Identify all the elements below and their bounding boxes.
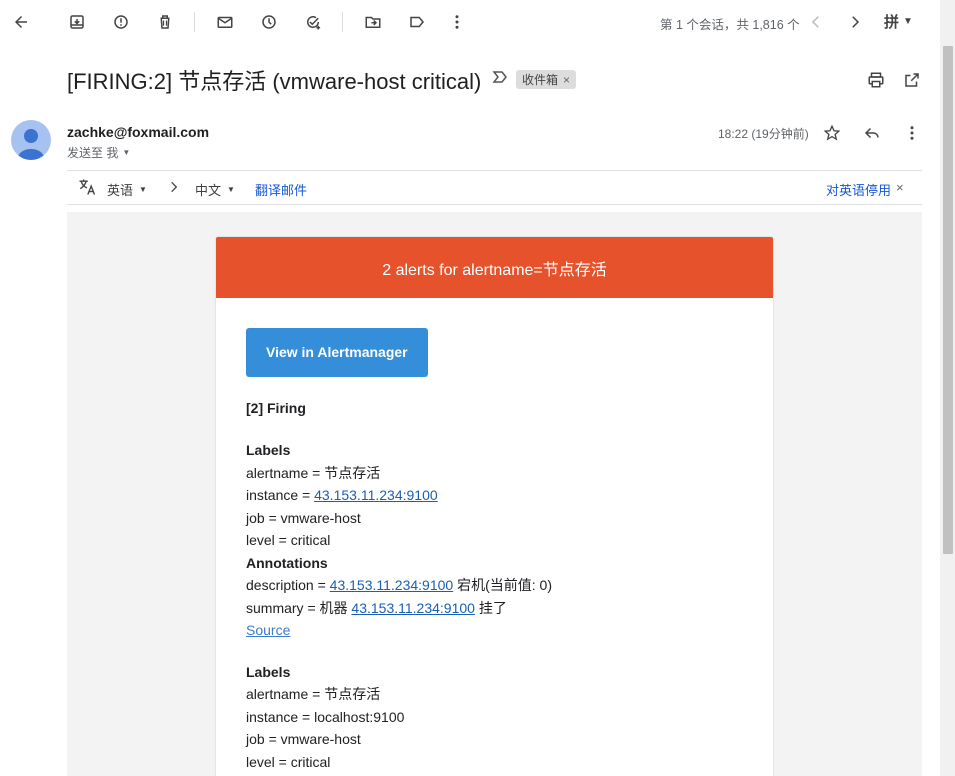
annotation-summary: summary = 机器 43.153.11.234:9100 挂了	[246, 597, 743, 620]
label-alertname: alertname = 节点存活	[246, 464, 381, 481]
summary-link[interactable]: 43.153.11.234:9100	[351, 600, 475, 616]
label-icon[interactable]	[407, 12, 427, 32]
translate-message-link[interactable]: 翻译邮件	[255, 180, 307, 199]
more-vert-icon[interactable]	[902, 123, 922, 143]
annotation-description: description = 43.153.11.234:9100 宕机(当前值:…	[246, 574, 743, 597]
toolbar-divider	[342, 12, 343, 32]
ime-label: 拼	[884, 14, 900, 31]
target-language-label: 中文	[195, 183, 222, 198]
label-job: job = vmware-host	[246, 509, 361, 526]
source-link[interactable]: Source	[246, 622, 290, 638]
sender-email[interactable]: zachke@foxmail.com	[67, 124, 209, 140]
back-arrow-icon[interactable]	[11, 12, 31, 32]
input-method-button[interactable]: 拼 ▼	[884, 11, 913, 32]
translate-bar: 英语 ▼ 中文 ▼ 翻译邮件 对英语停用 ×	[67, 170, 922, 205]
label-instance: instance = localhost:9100	[246, 708, 405, 725]
add-task-icon[interactable]	[303, 12, 323, 32]
labels-heading: Labels	[246, 663, 291, 680]
close-translate-icon[interactable]: ×	[896, 180, 904, 195]
chevron-down-icon: ▼	[227, 185, 235, 194]
chevron-down-icon: ▼	[139, 185, 147, 194]
reply-icon[interactable]	[862, 123, 882, 143]
archive-icon[interactable]	[67, 12, 87, 32]
snooze-icon[interactable]	[259, 12, 279, 32]
subject-extras: 收件箱 ×	[492, 70, 577, 89]
target-language-select[interactable]: 中文 ▼	[195, 180, 235, 199]
labels-heading: Labels	[246, 442, 291, 458]
pager-text: 第 1 个会话，共 1,816 个	[660, 18, 800, 32]
move-to-icon[interactable]	[363, 12, 383, 32]
source-language-label: 英语	[107, 183, 134, 198]
summary-suffix: 挂了	[474, 599, 507, 616]
description-suffix: 宕机(当前值: 0)	[453, 577, 552, 593]
label-chip-text: 收件箱	[522, 73, 559, 87]
email-body: 2 alerts for alertname=节点存活 View in Aler…	[67, 212, 922, 776]
instance-link[interactable]: 43.153.11.234:9100	[314, 487, 438, 503]
disable-translation-link[interactable]: 对英语停用	[826, 180, 891, 199]
firing-title: [2] Firing	[246, 399, 306, 416]
print-icon[interactable]	[866, 70, 886, 90]
importance-marker-icon[interactable]	[492, 70, 508, 89]
mark-unread-icon[interactable]	[215, 12, 235, 32]
view-in-alertmanager-button[interactable]: View in Alertmanager	[246, 328, 428, 377]
recipient-text: 发送至 我	[67, 146, 119, 160]
alert-header: 2 alerts for alertname=节点存活	[216, 237, 773, 298]
email-subject: [FIRING:2] 节点存活 (vmware-host critical)	[67, 69, 482, 94]
open-new-window-icon[interactable]	[902, 70, 922, 90]
toolbar: 第 1 个会话，共 1,816 个 拼 ▼	[0, 0, 940, 44]
report-spam-icon[interactable]	[111, 12, 131, 32]
label-level: level = critical	[246, 753, 331, 770]
timestamp: 18:22 (19分钟前)	[718, 127, 809, 141]
annotations-heading: Annotations	[246, 554, 328, 571]
source-language-select[interactable]: 英语 ▼	[107, 180, 147, 199]
chevron-down-icon: ▼	[122, 148, 131, 157]
label-instance: instance = 43.153.11.234:9100	[246, 484, 743, 507]
toolbar-divider	[194, 12, 195, 32]
chevron-down-icon: ▼	[903, 16, 913, 27]
alert-content: View in Alertmanager [2] Firing Labels a…	[216, 298, 773, 773]
inbox-label-chip[interactable]: 收件箱 ×	[516, 70, 577, 89]
label-alertname: alertname = 节点存活	[246, 686, 381, 702]
recipient-details[interactable]: 发送至 我 ▼	[67, 144, 130, 161]
description-key: description =	[246, 577, 330, 593]
label-instance-key: instance =	[246, 487, 315, 503]
prev-icon[interactable]	[806, 12, 826, 32]
more-vert-icon[interactable]	[447, 12, 467, 32]
remove-label-icon[interactable]: ×	[563, 73, 570, 87]
label-job: job = vmware-host	[246, 731, 361, 747]
translate-icon	[77, 177, 97, 197]
summary-key: summary = 机器	[246, 599, 352, 616]
star-icon[interactable]	[822, 123, 842, 143]
description-link[interactable]: 43.153.11.234:9100	[330, 577, 454, 593]
next-icon[interactable]	[845, 12, 865, 32]
chevron-right-icon	[167, 180, 181, 194]
avatar[interactable]	[11, 120, 51, 160]
scrollbar-thumb[interactable]	[943, 46, 953, 554]
delete-icon[interactable]	[155, 12, 175, 32]
alert-card: 2 alerts for alertname=节点存活 View in Aler…	[215, 236, 774, 776]
label-level: level = critical	[246, 532, 331, 548]
